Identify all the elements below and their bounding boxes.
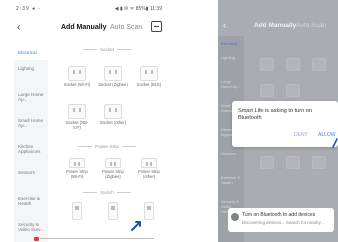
toast-subtitle: Discovering devices... Search for nearby… [242, 220, 325, 225]
device-tile[interactable] [282, 58, 304, 73]
sidebar-item-lighting[interactable]: Lighting [14, 60, 48, 86]
switch-icon [108, 202, 118, 220]
device-tile[interactable] [282, 84, 304, 99]
switch-icon [72, 202, 82, 220]
tab-auto-scan[interactable]: Auto Scan [110, 24, 142, 32]
top-bar: ‹ Add Manually Auto Scan [14, 20, 164, 36]
socket-icon [68, 104, 86, 119]
device-tile[interactable]: Socket (BLE) [134, 66, 164, 88]
top-bar: ‹ Add Manually Auto Scan [218, 20, 338, 32]
back-arrow-icon[interactable]: ‹ [17, 22, 20, 34]
device-tile[interactable]: Power Strip (other) [134, 158, 164, 180]
sidebar-item-sensors[interactable]: Sensors [218, 146, 244, 170]
sidebar-item-lighting[interactable]: Lighting [218, 50, 244, 74]
device-tile[interactable] [282, 156, 304, 171]
bottom-bar [14, 232, 164, 242]
device-tile[interactable]: Power Strip (Wi-Fi) [62, 158, 92, 180]
power-strip-icon [69, 158, 85, 168]
power-strip-icon [260, 156, 274, 169]
notification-icon [34, 237, 39, 241]
socket-icon [140, 66, 158, 81]
device-label: Socket (NB-IoT) [65, 120, 89, 130]
device-tile[interactable] [308, 58, 330, 73]
device-tile[interactable]: Socket (other) [98, 104, 128, 126]
tab-add-manually[interactable]: Add Manually [254, 22, 296, 29]
device-tile[interactable] [256, 84, 278, 99]
power-strip-icon [105, 158, 121, 168]
socket-icon [286, 84, 300, 97]
pointer-arrow-icon [131, 221, 141, 231]
socket-icon [104, 66, 122, 81]
left-phone-screen: 2:39 ● ◦ ◀ ▮ ✉ ᯤ 85%▮ 11:39 ‹ Add Manual… [14, 0, 164, 242]
section-title-switch: Switch [50, 190, 164, 195]
bluetooth-toast[interactable]: Turn on Bluetooth to add devices Discove… [228, 208, 334, 232]
device-label: Socket (other) [99, 120, 127, 125]
right-phone-screen: ‹ Add Manually Auto Scan Electrical Ligh… [218, 0, 338, 242]
sidebar-item-small-home-appliances[interactable]: Small Home Ap... [14, 112, 48, 138]
device-grid: Socket Socket (Wi-Fi) Socket (Zigbee) So… [50, 44, 164, 242]
device-tile[interactable]: Socket (NB-IoT) [62, 104, 92, 131]
device-label: Socket (Wi-Fi) [63, 82, 91, 87]
section-title-socket: Socket [50, 47, 164, 52]
power-strip-icon [312, 156, 326, 169]
scan-icon[interactable] [151, 21, 162, 32]
device-label: Socket (BLE) [136, 82, 162, 87]
sidebar-item-sensors[interactable]: Sensors [14, 164, 48, 190]
power-strip-icon [286, 156, 300, 169]
toast-title: Turn on Bluetooth to add devices [242, 212, 316, 218]
socket-icon [68, 66, 86, 81]
device-tile[interactable] [308, 156, 330, 171]
sidebar-item-electrical[interactable]: Electrical [14, 44, 48, 60]
device-tile[interactable]: Socket (Wi-Fi) [62, 66, 92, 88]
socket-icon [104, 104, 122, 119]
device-label: Power Strip (other) [138, 169, 160, 179]
pointer-arrow-icon [332, 138, 338, 148]
switch-icon [144, 202, 154, 220]
socket-icon [260, 84, 274, 97]
status-bar: 2:39 ● ◦ ◀ ▮ ✉ ᯤ 85%▮ 11:39 [14, 6, 164, 14]
device-tile[interactable]: Socket (Zigbee) [98, 66, 128, 88]
sidebar-item-electrical[interactable]: Electrical [218, 36, 244, 50]
sidebar-item-exercise-health[interactable]: Exercise & Health [14, 190, 48, 216]
device-tile[interactable] [256, 156, 278, 171]
device-tile[interactable]: Power Strip (Zigbee) [98, 158, 128, 180]
divider [40, 238, 154, 239]
device-tile[interactable] [62, 202, 92, 222]
bluetooth-permission-dialog: Smart Life is asking to turn on Bluetoot… [232, 101, 338, 147]
status-right: ◀ ▮ ✉ ᯤ 85%▮ 11:39 [114, 6, 162, 12]
category-sidebar: Electrical Lighting Large Home Ap... Sma… [14, 44, 48, 242]
device-label: Socket (Zigbee) [98, 82, 128, 87]
back-arrow-icon[interactable]: ‹ [223, 20, 226, 30]
tab-add-manually[interactable]: Add Manually [61, 24, 107, 32]
device-label: Power Strip (Wi-Fi) [66, 169, 88, 179]
device-tile[interactable] [98, 202, 128, 222]
bluetooth-icon [231, 213, 239, 221]
device-tile[interactable] [256, 58, 278, 73]
socket-icon [286, 58, 300, 71]
socket-icon [312, 58, 326, 71]
sidebar-item-large-home-appliances[interactable]: Large Home Ap... [218, 74, 244, 98]
sidebar-item-exercise-health[interactable]: Exercise & Health [218, 170, 244, 194]
dialog-message: Smart Life is asking to turn on Bluetoot… [238, 108, 312, 121]
status-left: 2:39 ● ◦ [16, 6, 42, 12]
socket-icon [260, 58, 274, 71]
tab-auto-scan[interactable]: Auto Scan [296, 22, 326, 29]
deny-button[interactable]: DENY [294, 132, 308, 138]
sidebar-item-large-home-appliances[interactable]: Large Home Ap... [14, 86, 48, 112]
section-title-power-strip: Power Strip [50, 144, 164, 149]
sidebar-item-kitchen-appliances[interactable]: Kitchen Appliances [14, 138, 48, 164]
device-label: Power Strip (Zigbee) [102, 169, 124, 179]
power-strip-icon [141, 158, 157, 168]
